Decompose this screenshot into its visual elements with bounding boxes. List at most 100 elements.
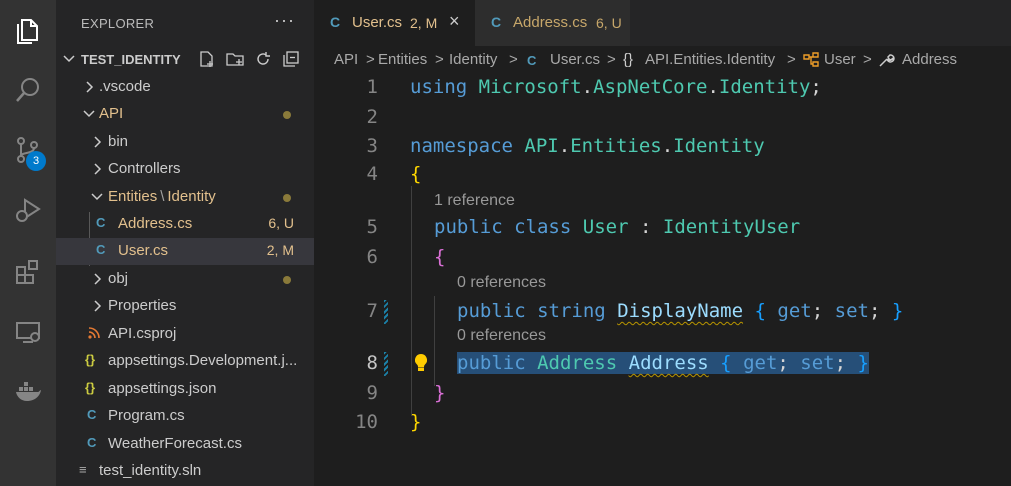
chevron-right-icon <box>90 161 104 177</box>
token-punct: : <box>639 216 652 238</box>
tree-item-bin[interactable]: bin <box>56 129 314 156</box>
remote-explorer-icon[interactable] <box>8 312 48 352</box>
line-number: 6 <box>366 246 378 268</box>
tree-item-user-cs[interactable]: C User.cs 2, M <box>56 238 314 265</box>
token-brace: } <box>857 352 869 374</box>
token-punct: . <box>707 76 719 98</box>
breadcrumb-item[interactable]: User <box>824 51 856 68</box>
token-namespace: Identity <box>718 76 811 98</box>
tab-decoration: 2, M <box>410 15 438 31</box>
code-line-6: { <box>434 246 446 268</box>
explorer-title: EXPLORER <box>81 16 155 31</box>
tree-item-obj[interactable]: obj <box>56 266 314 293</box>
refresh-icon[interactable] <box>252 48 274 70</box>
close-icon[interactable]: × <box>449 11 460 32</box>
activity-bar: 3 <box>0 0 56 486</box>
token-namespace: Microsoft <box>478 76 582 98</box>
codelens-references[interactable]: 1 reference <box>434 192 515 210</box>
breadcrumb-item[interactable]: Address <box>902 51 957 68</box>
breadcrumb: API > Entities > Identity > C User.cs > … <box>314 48 1011 74</box>
token-keyword: public <box>457 300 526 322</box>
tree-item-appsettings-dev[interactable]: {} appsettings.Development.j... <box>56 348 314 375</box>
token-keyword: namespace <box>410 135 513 157</box>
tree-item-program-cs[interactable]: C Program.cs <box>56 403 314 430</box>
modified-dot <box>283 194 291 202</box>
tree-item-address-cs[interactable]: C Address.cs 6, U <box>56 211 314 238</box>
line-number: 8 <box>366 352 378 374</box>
line-number: 5 <box>366 216 378 238</box>
new-file-icon[interactable] <box>196 48 218 70</box>
tab-address-cs[interactable]: C Address.cs 6, U <box>475 0 630 46</box>
code-line-1: using Microsoft.AspNetCore.Identity; <box>410 76 822 98</box>
more-actions-icon[interactable]: ··· <box>274 10 295 31</box>
token-punct: ; <box>868 300 881 322</box>
codelens-references[interactable]: 0 references <box>457 327 546 345</box>
breadcrumb-item[interactable]: User.cs <box>550 51 600 68</box>
tree-item-label: API <box>99 105 124 122</box>
tree-item-label-part: Entities <box>108 188 158 205</box>
chevron-down-icon <box>62 51 76 72</box>
new-folder-icon[interactable] <box>224 48 246 70</box>
tree-item-entities-identity[interactable]: Entities \ Identity <box>56 184 314 211</box>
token-class-name: User <box>582 216 629 238</box>
line-number: 7 <box>366 300 378 322</box>
token-keyword: using <box>410 76 468 98</box>
codelens-references[interactable]: 0 references <box>457 274 546 292</box>
search-icon[interactable] <box>8 70 48 110</box>
tree-item-label: WeatherForecast.cs <box>108 435 242 452</box>
tree-item-label-part: Identity <box>167 188 216 205</box>
breadcrumb-item[interactable]: Identity <box>449 51 497 68</box>
line-number: 3 <box>366 135 378 157</box>
lightbulb-icon[interactable] <box>412 352 430 374</box>
code-line-3: namespace API.Entities.Identity <box>410 135 765 157</box>
source-control-badge: 3 <box>26 151 46 171</box>
tree-item-appsettings[interactable]: {} appsettings.json <box>56 376 314 403</box>
code-line-7: public string DisplayName { get; set; } <box>457 300 903 322</box>
tree-item-sln[interactable]: ≡ test_identity.sln <box>56 458 314 485</box>
line-number: 1 <box>366 76 378 98</box>
token-namespace: Entities <box>570 135 662 157</box>
tree-item-weatherforecast-cs[interactable]: C WeatherForecast.cs <box>56 431 314 458</box>
breadcrumb-item[interactable]: Entities <box>378 51 427 68</box>
chevron-down-icon <box>90 189 104 205</box>
code-line-5: public class User : IdentityUser <box>434 216 800 238</box>
rss-icon <box>88 327 100 342</box>
token-property: Address <box>628 352 709 374</box>
code-line-4: { <box>410 163 422 185</box>
breadcrumb-item[interactable]: API.Entities.Identity <box>645 51 775 68</box>
code-line-8: public Address Address { get; set; } <box>457 352 869 374</box>
tree-item-label: Address.cs <box>118 215 193 232</box>
csharp-file-icon: C <box>527 53 537 68</box>
docker-icon[interactable] <box>8 372 48 412</box>
collapse-all-icon[interactable] <box>280 48 302 70</box>
chevron-right-icon <box>90 298 104 314</box>
extensions-icon[interactable] <box>8 252 48 292</box>
explorer-icon[interactable] <box>8 10 48 50</box>
project-folder-header[interactable]: TEST_IDENTITY <box>56 46 314 72</box>
token-keyword: public <box>434 216 503 238</box>
run-debug-icon[interactable] <box>8 190 48 230</box>
tab-label: User.cs <box>352 14 403 31</box>
token-keyword: get <box>777 300 812 322</box>
tab-user-cs[interactable]: C User.cs 2, M × <box>314 0 475 46</box>
token-punct: ; <box>834 352 847 374</box>
tree-item-label: obj <box>108 270 129 287</box>
breadcrumb-item[interactable]: API <box>334 51 358 68</box>
solution-file-icon: ≡ <box>79 462 87 477</box>
editor-area: C User.cs 2, M × C Address.cs 6, U API >… <box>314 0 1011 486</box>
token-keyword: get <box>743 352 778 374</box>
token-namespace: Identity <box>673 135 765 157</box>
tab-bar: C User.cs 2, M × C Address.cs 6, U <box>314 0 1011 46</box>
token-punct: ; <box>810 76 822 98</box>
token-punct: ; <box>811 300 824 322</box>
code-line-9: } <box>434 382 446 404</box>
tab-label: Address.cs <box>513 14 588 31</box>
code-editor[interactable]: 1 2 3 4 5 6 7 8 9 10 using Microsoft.Asp… <box>314 74 1011 486</box>
tree-item-properties[interactable]: Properties <box>56 293 314 320</box>
tree-item-vscode[interactable]: .vscode <box>56 74 314 101</box>
tree-item-controllers[interactable]: Controllers <box>56 156 314 183</box>
tree-item-api[interactable]: API <box>56 101 314 128</box>
explorer-header: EXPLORER ··· <box>56 0 314 44</box>
tab-decoration: 6, U <box>596 15 622 31</box>
tree-item-api-csproj[interactable]: API.csproj <box>56 321 314 348</box>
